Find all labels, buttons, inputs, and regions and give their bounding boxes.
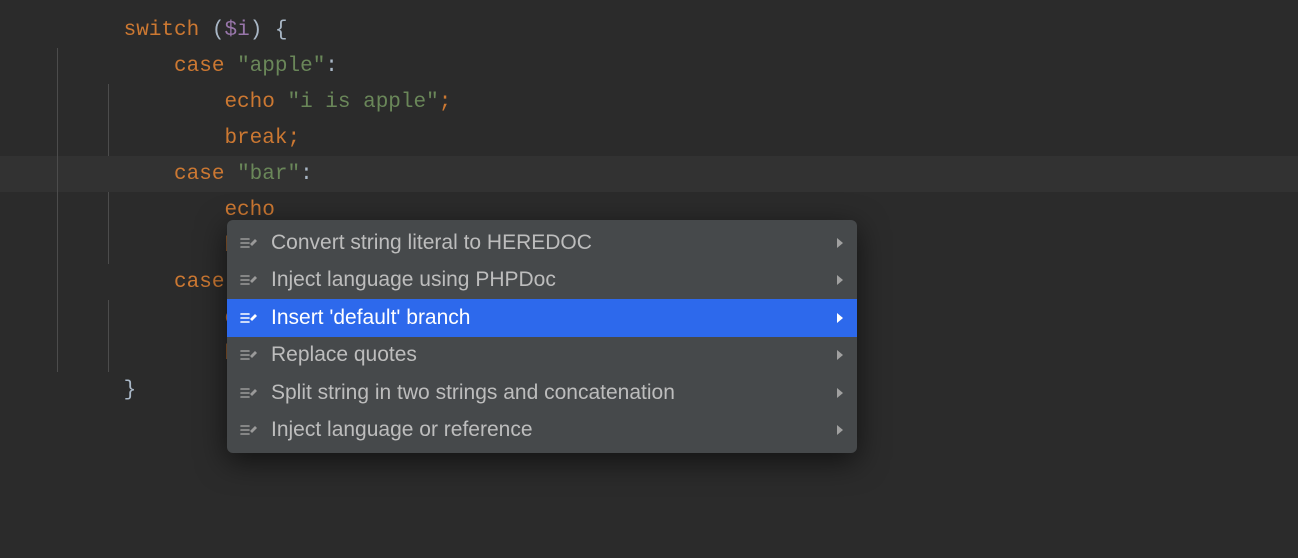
- intention-icon: [237, 236, 261, 250]
- chevron-right-icon: [837, 388, 843, 398]
- chevron-right-icon: [837, 425, 843, 435]
- intention-inject-language[interactable]: Inject language or reference: [227, 412, 857, 450]
- intention-icon: [237, 386, 261, 400]
- intention-icon: [237, 423, 261, 437]
- intention-replace-quotes[interactable]: Replace quotes: [227, 337, 857, 375]
- intention-label: Inject language using PHPDoc: [271, 268, 837, 292]
- intention-label: Replace quotes: [271, 343, 837, 367]
- intention-label: Inject language or reference: [271, 418, 837, 442]
- intention-icon: [237, 348, 261, 362]
- string-i-is-apple: "i is apple": [287, 91, 438, 114]
- semicolon: ;: [439, 91, 452, 114]
- code-editor[interactable]: switch ($i) { case "apple": echo "i is a…: [0, 0, 1298, 558]
- intention-convert-heredoc[interactable]: Convert string literal to HEREDOC: [227, 224, 857, 262]
- intention-insert-default-branch[interactable]: Insert 'default' branch: [227, 299, 857, 337]
- intention-label: Insert 'default' branch: [271, 306, 837, 330]
- intention-icon: [237, 311, 261, 325]
- colon: :: [300, 163, 313, 186]
- intention-split-string[interactable]: Split string in two strings and concaten…: [227, 374, 857, 412]
- chevron-right-icon: [837, 313, 843, 323]
- intention-icon: [237, 273, 261, 287]
- intention-label: Convert string literal to HEREDOC: [271, 231, 837, 255]
- chevron-right-icon: [837, 350, 843, 360]
- intention-label: Split string in two strings and concaten…: [271, 381, 837, 405]
- intention-inject-phpdoc[interactable]: Inject language using PHPDoc: [227, 262, 857, 300]
- brace-close: }: [124, 379, 137, 402]
- chevron-right-icon: [837, 275, 843, 285]
- intention-actions-popup: Convert string literal to HEREDOC Inject…: [227, 220, 857, 453]
- chevron-right-icon: [837, 238, 843, 248]
